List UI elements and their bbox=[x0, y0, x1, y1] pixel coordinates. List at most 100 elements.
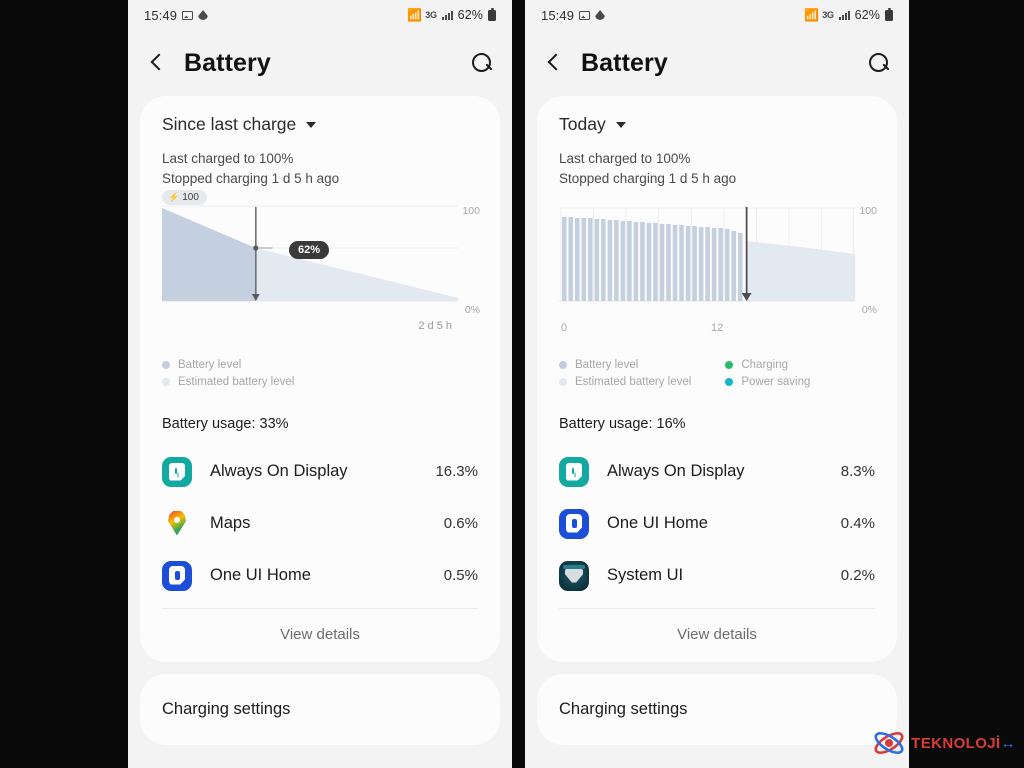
legend-dot-power-saving bbox=[725, 377, 734, 386]
charging-settings-label: Charging settings bbox=[162, 699, 291, 718]
area-chart-svg bbox=[162, 205, 459, 301]
status-time: 15:49 bbox=[144, 7, 178, 23]
legend-label: Battery level bbox=[178, 358, 242, 371]
battery-summary-card: Since last charge Last charged to 100% S… bbox=[140, 96, 500, 662]
y-axis-bottom-label: 0% bbox=[464, 303, 480, 316]
home-icon bbox=[162, 560, 192, 591]
chevron-down-icon[interactable] bbox=[615, 121, 626, 128]
legend-label: Charging bbox=[741, 358, 789, 371]
x-axis-mid-label: 12 bbox=[711, 321, 724, 334]
legend-item: Charging bbox=[725, 359, 810, 371]
network-icon: 3G bbox=[822, 10, 834, 20]
drop-icon bbox=[595, 10, 606, 20]
list-item[interactable]: Always On Display 8.3% bbox=[559, 446, 875, 498]
home-icon bbox=[559, 508, 589, 539]
search-icon[interactable] bbox=[867, 51, 891, 75]
legend-dot-charging bbox=[725, 360, 734, 369]
app-percent: 0.6% bbox=[443, 515, 478, 532]
legend-item: Estimated battery level bbox=[162, 376, 294, 388]
legend-column-1: Battery level Estimated battery level bbox=[162, 359, 294, 388]
y-axis-top-label: 100 bbox=[462, 204, 480, 217]
chart-tooltip: 62% bbox=[289, 240, 330, 259]
y-axis-bottom-label: 0% bbox=[861, 303, 877, 316]
legend-item: Power saving bbox=[725, 376, 810, 388]
legend-dot-battery-level bbox=[162, 360, 170, 369]
legend-column-1: Battery level Estimated battery level bbox=[559, 359, 691, 388]
legend-label: Estimated battery level bbox=[575, 375, 692, 388]
clock-icon bbox=[559, 456, 589, 487]
battery-icon bbox=[488, 7, 496, 21]
list-item[interactable]: One UI Home 0.4% bbox=[559, 498, 875, 550]
phone-panel-left: 15:49 📶 3G 62% Battery Since last charge bbox=[128, 0, 512, 768]
range-label: Since last charge bbox=[162, 114, 297, 134]
wifi-icon: 📶 bbox=[407, 8, 423, 22]
watermark-accent: ↔ bbox=[1000, 734, 1016, 752]
stopped-charging-line: Stopped charging 1 d 5 h ago bbox=[162, 171, 340, 187]
charge-badge-value: 100 bbox=[182, 191, 199, 203]
app-bar: Battery bbox=[525, 30, 909, 96]
page-title: Battery bbox=[581, 48, 668, 77]
stopped-charging-line: Stopped charging 1 d 5 h ago bbox=[559, 171, 737, 187]
app-percent: 16.3% bbox=[435, 463, 478, 480]
legend-dot-estimated-level bbox=[559, 377, 567, 386]
battery-area-chart: ⚡ 100 100 0% 2 d 5 h 62% bbox=[162, 189, 480, 339]
screenshot-stage: 15:49 📶 3G 62% Battery Since last charge bbox=[0, 0, 1024, 768]
charging-settings-card[interactable]: Charging settings bbox=[140, 673, 500, 745]
app-usage-list: Always On Display 16.3% Maps 0.6% One UI… bbox=[162, 446, 478, 602]
bar-chart-svg bbox=[559, 206, 856, 301]
view-details-button[interactable]: View details bbox=[162, 609, 478, 652]
status-bar: 15:49 📶 3G 62% bbox=[128, 0, 512, 30]
status-bar: 15:49 📶 3G 62% bbox=[525, 0, 909, 30]
range-selector[interactable]: Today bbox=[559, 114, 875, 135]
list-item[interactable]: One UI Home 0.5% bbox=[162, 550, 478, 602]
y-axis-top-label: 100 bbox=[859, 204, 877, 217]
search-icon[interactable] bbox=[470, 51, 494, 75]
battery-icon bbox=[885, 7, 893, 21]
legend-item: Estimated battery level bbox=[559, 376, 691, 388]
photo-icon bbox=[182, 10, 194, 20]
watermark: TEKNOLOJİ↔ bbox=[872, 728, 1016, 758]
legend-dot-estimated-level bbox=[162, 377, 170, 386]
list-item[interactable]: Always On Display 16.3% bbox=[162, 446, 478, 498]
legend-item: Battery level bbox=[559, 359, 691, 371]
app-name: One UI Home bbox=[210, 566, 311, 584]
x-axis-left-label: 0 bbox=[561, 321, 568, 334]
page-title: Battery bbox=[184, 48, 271, 77]
watermark-main: TEKNOLOJİ bbox=[911, 734, 1001, 752]
last-charged-line: Last charged to 100% bbox=[559, 151, 691, 166]
bolt-icon: ⚡ bbox=[168, 191, 180, 202]
app-percent: 0.5% bbox=[443, 567, 478, 584]
chart-legend: Battery level Estimated battery level bbox=[162, 359, 478, 388]
legend-item: Battery level bbox=[162, 359, 294, 371]
app-percent: 8.3% bbox=[840, 463, 875, 480]
app-bar: Battery bbox=[128, 30, 512, 96]
app-usage-list: Always On Display 8.3% One UI Home 0.4% … bbox=[559, 446, 875, 602]
range-selector[interactable]: Since last charge bbox=[162, 114, 478, 135]
list-item[interactable]: Maps 0.6% bbox=[162, 498, 478, 550]
atom-logo-icon bbox=[874, 732, 904, 754]
status-bar-left: 15:49 bbox=[541, 7, 606, 23]
app-percent: 0.2% bbox=[840, 567, 875, 584]
app-name: Always On Display bbox=[607, 462, 745, 480]
status-bar-right: 📶 3G 62% bbox=[407, 7, 496, 22]
clock-icon bbox=[162, 456, 192, 487]
status-battery-percent: 62% bbox=[457, 8, 483, 22]
charging-settings-label: Charging settings bbox=[559, 699, 688, 718]
wifi-icon: 📶 bbox=[804, 8, 820, 22]
legend-label: Power saving bbox=[741, 375, 811, 388]
view-details-button[interactable]: View details bbox=[559, 609, 875, 652]
battery-usage-summary: Battery usage: 33% bbox=[162, 415, 289, 432]
system-ui-icon bbox=[559, 560, 589, 591]
charging-settings-card[interactable]: Charging settings bbox=[537, 673, 897, 745]
app-name: Always On Display bbox=[210, 462, 348, 480]
list-item[interactable]: System UI 0.2% bbox=[559, 550, 875, 602]
chart-legend: Battery level Estimated battery level Ch… bbox=[559, 359, 875, 388]
drop-icon bbox=[198, 10, 209, 20]
back-icon[interactable] bbox=[543, 52, 565, 74]
chevron-down-icon[interactable] bbox=[306, 121, 317, 128]
signal-bars-icon bbox=[441, 10, 453, 20]
back-icon[interactable] bbox=[146, 52, 168, 74]
x-axis-right-label: 2 d 5 h bbox=[418, 319, 452, 332]
status-bar-left: 15:49 bbox=[144, 7, 209, 23]
status-time: 15:49 bbox=[541, 7, 575, 23]
